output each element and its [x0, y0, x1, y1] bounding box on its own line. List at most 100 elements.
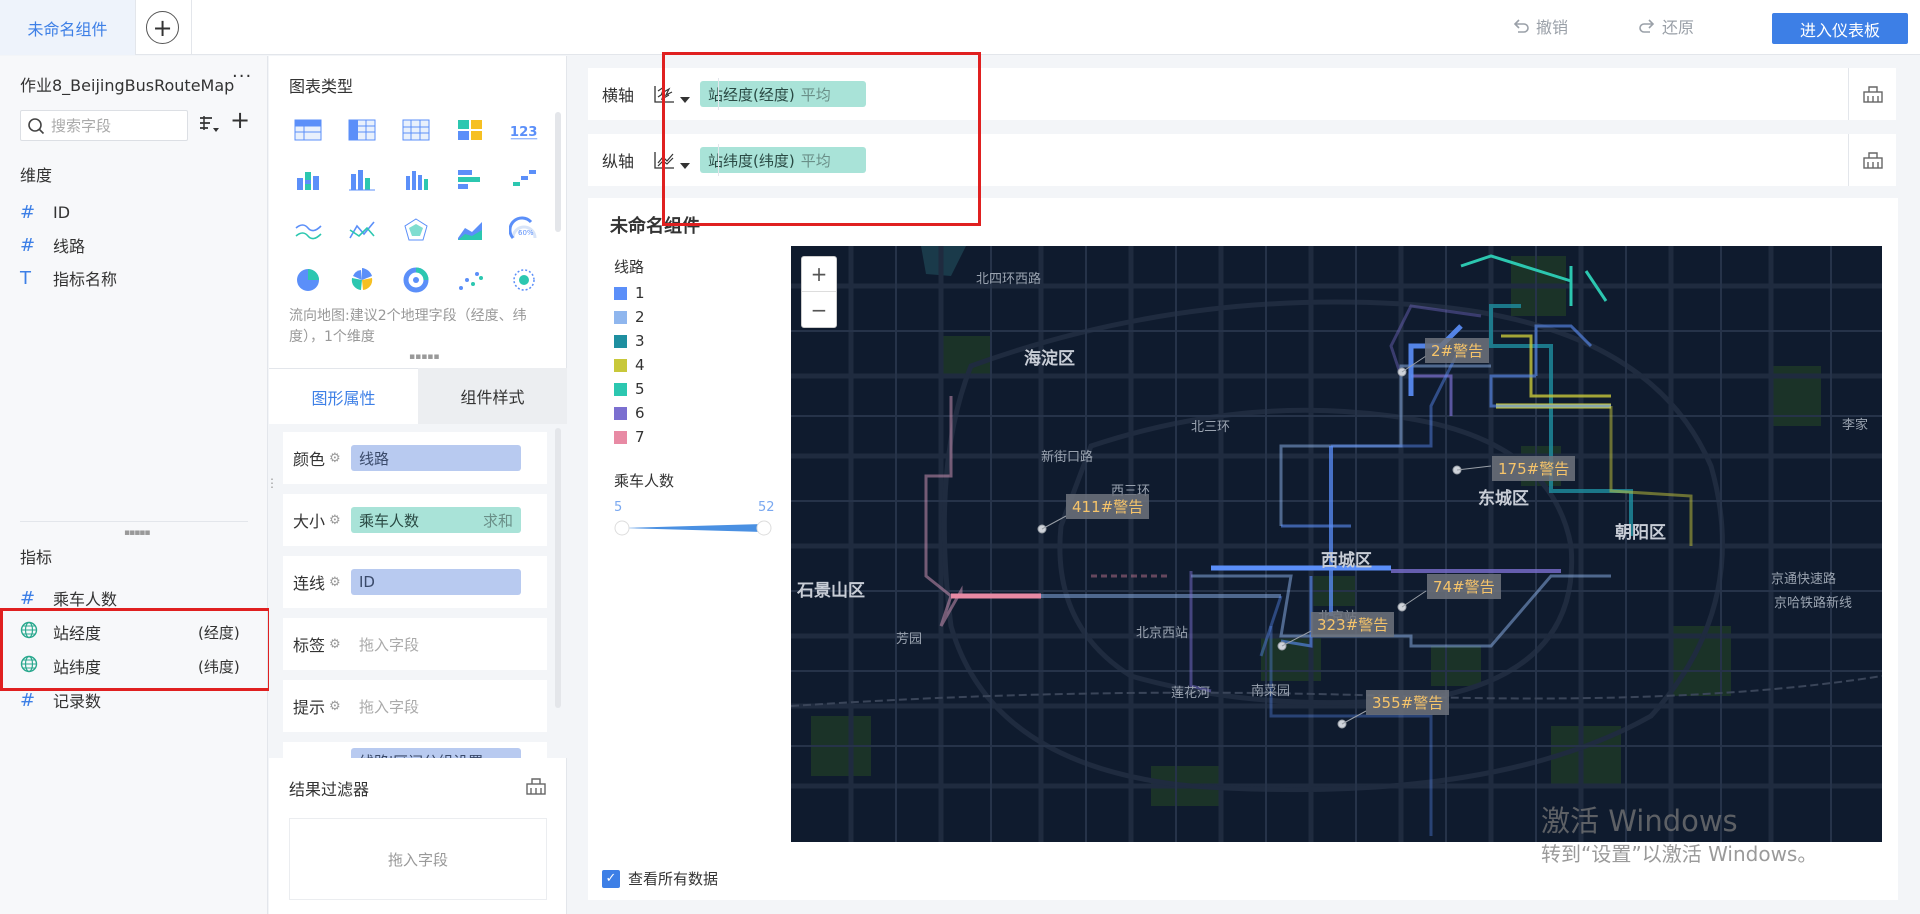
- area-chart-icon[interactable]: [455, 216, 485, 244]
- warning-label[interactable]: 175#警告: [1492, 456, 1576, 481]
- bar-chart-icon[interactable]: [347, 166, 377, 194]
- size-legend-max: 52: [758, 500, 775, 515]
- measure-field-record-count[interactable]: # 记录数: [20, 688, 101, 712]
- filter-tool-icon[interactable]: [525, 776, 547, 800]
- legend-swatch: [614, 382, 627, 396]
- gear-icon[interactable]: ⚙: [329, 513, 351, 528]
- legend-item[interactable]: 7: [614, 428, 645, 446]
- gear-icon[interactable]: ⚙: [329, 637, 351, 652]
- legend-item[interactable]: 2: [614, 308, 645, 326]
- property-scrollbar[interactable]: [555, 428, 561, 708]
- dimension-field-id[interactable]: # ID: [20, 200, 70, 224]
- scatter-bar-icon[interactable]: [509, 166, 539, 194]
- size-range-slider[interactable]: [614, 518, 774, 538]
- measure-field-passengers[interactable]: # 乘车人数: [20, 586, 117, 610]
- flow-map[interactable]: + − 海淀区 东城区 朝阳区 西城区 石景山区 北京西站 北京站 莲花河 南菜…: [791, 246, 1882, 842]
- enter-dashboard-button[interactable]: 进入仪表板: [1772, 13, 1908, 44]
- prop-line-row[interactable]: 连线 ⚙ ID: [283, 556, 547, 608]
- chip-agg: 求和: [482, 511, 513, 530]
- gauge-chart-icon[interactable]: 60%: [509, 216, 539, 244]
- chip-field: 乘车人数: [359, 511, 420, 530]
- prop-size-row[interactable]: 大小 ⚙ 乘车人数 求和: [283, 494, 547, 546]
- search-field-box[interactable]: 搜索字段: [20, 110, 188, 141]
- undo-button[interactable]: 撤销: [1512, 14, 1568, 38]
- tab-graphic-properties[interactable]: 图形属性: [269, 368, 418, 424]
- prop-extra-row[interactable]: 线路'区间分组设置: [283, 742, 547, 758]
- multi-line-icon[interactable]: [347, 216, 377, 244]
- kpi-number-icon[interactable]: 123: [509, 116, 539, 144]
- dataset-name[interactable]: 作业8_BeijingBusRouteMap: [20, 72, 234, 96]
- panel-resize-handle[interactable]: ⋮: [266, 476, 278, 490]
- legend-swatch: [614, 286, 627, 300]
- gear-icon[interactable]: ⚙: [329, 575, 351, 590]
- redo-button[interactable]: 还原: [1638, 14, 1694, 38]
- tab-component-style[interactable]: 组件样式: [418, 368, 567, 424]
- radar-chart-icon[interactable]: [401, 216, 431, 244]
- component-tab[interactable]: 未命名组件: [0, 0, 136, 55]
- poi-label: 北三环: [1191, 420, 1231, 435]
- filter-drop-zone[interactable]: 拖入字段: [289, 818, 547, 900]
- scatter-chart-icon[interactable]: [455, 266, 485, 294]
- gear-icon[interactable]: ⚙: [329, 451, 351, 466]
- horizontal-bar-icon[interactable]: [455, 166, 485, 194]
- donut-chart-icon[interactable]: [401, 266, 431, 294]
- color-field-chip[interactable]: 线路: [351, 445, 521, 471]
- legend-item[interactable]: 4: [614, 356, 645, 374]
- map-base: [791, 246, 1882, 842]
- line-chart-icon[interactable]: [293, 216, 323, 244]
- field-filter-icon[interactable]: [198, 114, 222, 140]
- prop-label: 提示: [293, 698, 326, 717]
- table-chart-icon[interactable]: [293, 116, 323, 144]
- more-icon[interactable]: ···: [232, 66, 252, 87]
- resize-handle[interactable]: ▪▪▪▪▪: [124, 528, 150, 538]
- warning-label[interactable]: 355#警告: [1366, 690, 1450, 715]
- dimension-field-route[interactable]: # 线路: [20, 233, 85, 257]
- district-label: 海淀区: [1024, 349, 1075, 369]
- warning-label[interactable]: 411#警告: [1066, 494, 1150, 519]
- legend-item[interactable]: 5: [614, 380, 645, 398]
- district-label: 朝阳区: [1615, 523, 1666, 543]
- dimension-field-metric-name[interactable]: T 指标名称: [20, 266, 117, 290]
- rose-chart-icon[interactable]: [347, 266, 377, 294]
- dimension-title: 维度: [20, 166, 53, 185]
- chart-type-scrollbar[interactable]: [555, 112, 561, 232]
- gear-icon[interactable]: ⚙: [329, 699, 351, 714]
- pie-chart-icon[interactable]: [293, 266, 323, 294]
- cross-table-icon[interactable]: [347, 116, 377, 144]
- zoom-out-button[interactable]: −: [802, 292, 836, 327]
- grouped-bar-icon[interactable]: [401, 166, 431, 194]
- stacked-bar-icon[interactable]: [293, 166, 323, 194]
- flow-map-icon[interactable]: [509, 266, 539, 294]
- warning-label[interactable]: 323#警告: [1311, 612, 1395, 637]
- y-axis-tool[interactable]: [1848, 134, 1896, 186]
- mid-resize-handle[interactable]: ▪▪▪▪▪: [409, 352, 440, 362]
- legend-item[interactable]: 6: [614, 404, 645, 422]
- warning-label[interactable]: 74#警告: [1427, 574, 1501, 599]
- checkbox-checked-icon[interactable]: ✓: [602, 869, 620, 888]
- panel-divider: [20, 521, 248, 522]
- prop-color-row[interactable]: 颜色 ⚙ 线路: [283, 432, 547, 484]
- group-setting-chip[interactable]: 线路'区间分组设置: [351, 748, 521, 758]
- prop-tag-row[interactable]: 标签 ⚙ 拖入字段: [283, 618, 547, 670]
- legend-item[interactable]: 3: [614, 332, 645, 350]
- field-label: 乘车人数: [53, 590, 118, 609]
- add-tab-button[interactable]: +: [146, 11, 179, 44]
- x-axis-tool[interactable]: [1848, 68, 1896, 120]
- poi-label: 京哈铁路新线: [1774, 596, 1853, 611]
- size-field-chip[interactable]: 乘车人数 求和: [351, 507, 521, 533]
- view-all-data-toggle[interactable]: ✓ 查看所有数据: [602, 868, 718, 889]
- line-field-chip[interactable]: ID: [351, 569, 521, 595]
- detail-table-icon[interactable]: [401, 116, 431, 144]
- zoom-in-button[interactable]: +: [802, 257, 836, 293]
- prop-tip-row[interactable]: 提示 ⚙ 拖入字段: [283, 680, 547, 732]
- heat-table-icon[interactable]: [455, 116, 485, 144]
- legend-swatch: [614, 430, 627, 444]
- number-icon: #: [20, 587, 36, 609]
- warning-label[interactable]: 2#警告: [1425, 338, 1490, 363]
- tag-drop-zone[interactable]: 拖入字段: [351, 634, 419, 655]
- tip-drop-zone[interactable]: 拖入字段: [351, 696, 419, 717]
- add-field-icon[interactable]: +: [230, 108, 250, 132]
- legend-label: 1: [635, 284, 645, 302]
- legend-item[interactable]: 1: [614, 284, 645, 302]
- redo-label: 还原: [1662, 18, 1695, 37]
